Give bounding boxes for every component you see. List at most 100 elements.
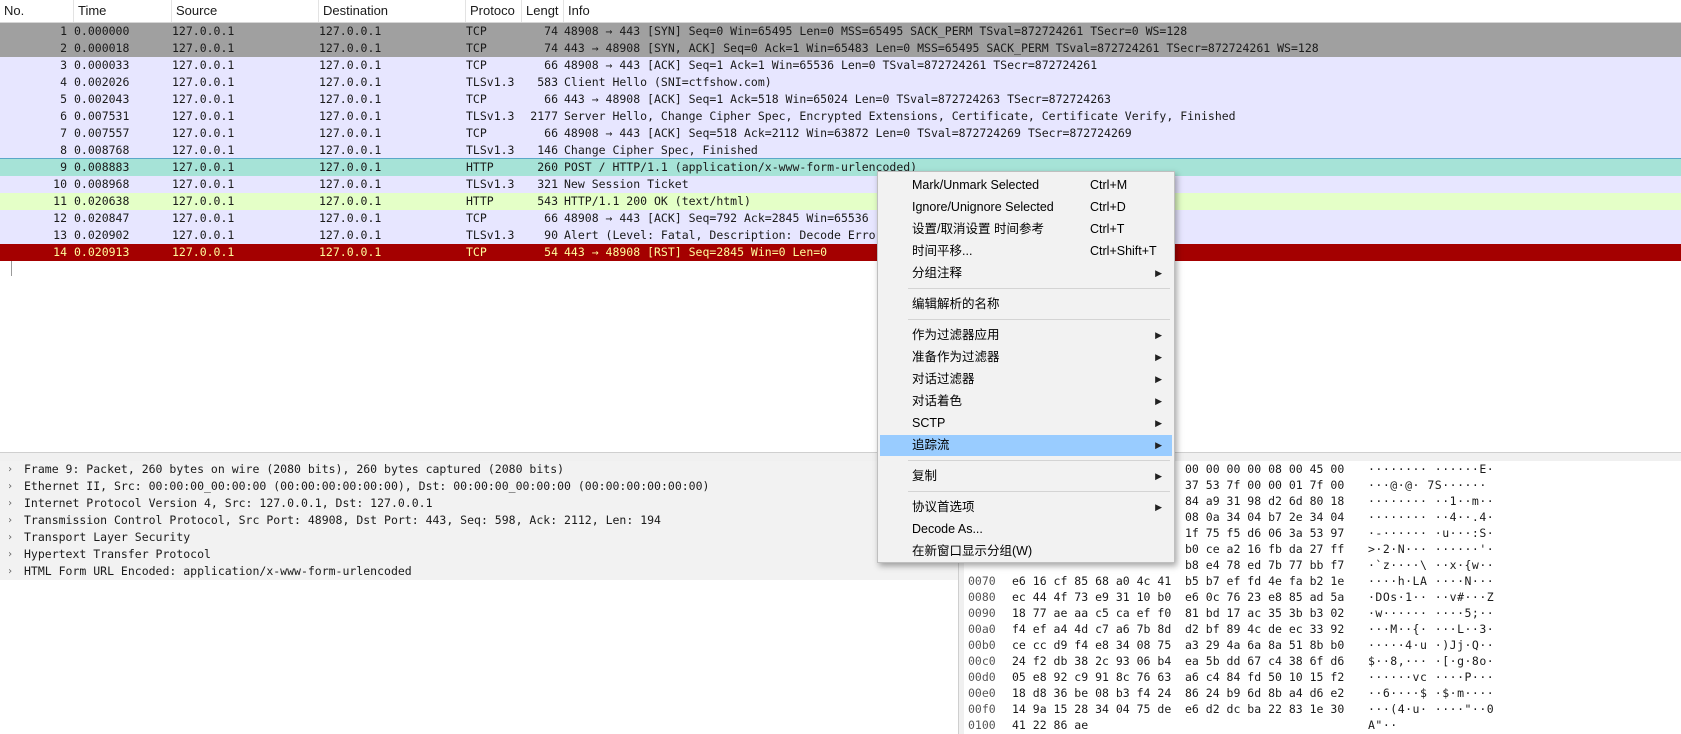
hex-offset: 00a0: [968, 622, 996, 636]
detail-row[interactable]: › Transmission Control Protocol, Src Por…: [0, 512, 958, 529]
detail-row[interactable]: › Transport Layer Security: [0, 529, 958, 546]
packet-row[interactable]: 8 0.008768 127.0.0.1 127.0.0.1 TLSv1.3 1…: [0, 142, 1681, 159]
packet-row[interactable]: 1 0.000000 127.0.0.1 127.0.0.1 TCP 74 48…: [0, 23, 1681, 40]
menu-item-decode-as[interactable]: Decode As...: [880, 519, 1172, 540]
expand-arrow-icon[interactable]: ›: [7, 529, 13, 546]
packet-row[interactable]: 5 0.002043 127.0.0.1 127.0.0.1 TCP 66 44…: [0, 91, 1681, 108]
submenu-arrow-icon: ▶: [1155, 418, 1162, 428]
packet-row[interactable]: 3 0.000033 127.0.0.1 127.0.0.1 TCP 66 48…: [0, 57, 1681, 74]
menu-item-packet-comment[interactable]: 分组注释 ▶: [880, 263, 1172, 284]
packet-source: 127.0.0.1: [172, 160, 235, 174]
packet-time: 0.020638: [74, 194, 130, 208]
detail-row[interactable]: › Ethernet II, Src: 00:00:00_00:00:00 (0…: [0, 478, 958, 495]
column-header-length[interactable]: Lengt: [522, 0, 564, 22]
column-header-protocol[interactable]: Protoco: [466, 0, 522, 22]
packet-row[interactable]: 12 0.020847 127.0.0.1 127.0.0.1 TCP 66 4…: [0, 210, 1681, 227]
detail-text: Hypertext Transfer Protocol: [24, 547, 211, 561]
packet-destination: 127.0.0.1: [319, 92, 382, 106]
menu-item-time-reference[interactable]: 设置/取消设置 时间参考 Ctrl+T: [880, 219, 1172, 240]
expand-arrow-icon[interactable]: ›: [7, 478, 13, 495]
packet-source: 127.0.0.1: [172, 41, 235, 55]
menu-item-sctp[interactable]: SCTP ▶: [880, 413, 1172, 434]
hex-bytes: 18 77 ae aa c5 ca ef f0: [1012, 606, 1172, 620]
hex-ascii: $··8,··· ·[·g·8o·: [1368, 654, 1495, 668]
packet-destination: 127.0.0.1: [319, 245, 382, 259]
menu-item-copy[interactable]: 复制 ▶: [880, 466, 1172, 487]
expand-arrow-icon[interactable]: ›: [7, 512, 13, 529]
packet-source: 127.0.0.1: [172, 245, 235, 259]
packet-destination: 127.0.0.1: [319, 24, 382, 38]
menu-item-protocol-preferences[interactable]: 协议首选项 ▶: [880, 497, 1172, 518]
column-header-info[interactable]: Info: [564, 0, 1681, 22]
packet-list[interactable]: 1 0.000000 127.0.0.1 127.0.0.1 TCP 74 48…: [0, 23, 1681, 452]
menu-item-mark[interactable]: Mark/Unmark Selected Ctrl+M: [880, 175, 1172, 196]
menu-item-follow-stream[interactable]: 追踪流 ▶: [880, 435, 1172, 456]
detail-text: Transmission Control Protocol, Src Port:…: [24, 513, 661, 527]
detail-row[interactable]: › HTML Form URL Encoded: application/x-w…: [0, 563, 958, 580]
column-header-source[interactable]: Source: [172, 0, 319, 22]
detail-row[interactable]: › Hypertext Transfer Protocol: [0, 546, 958, 563]
menu-item-ignore[interactable]: Ignore/Unignore Selected Ctrl+D: [880, 197, 1172, 218]
packet-row[interactable]: 14 0.020913 127.0.0.1 127.0.0.1 TCP 54 4…: [0, 244, 1681, 261]
hex-ascii: ·w······ ····5;··: [1368, 606, 1495, 620]
packet-time: 0.008768: [74, 143, 130, 157]
menu-item-label: 在新窗口显示分组(W): [912, 544, 1033, 558]
hex-offset: 00c0: [968, 654, 996, 668]
menu-item-label: 编辑解析的名称: [912, 297, 1000, 311]
expand-arrow-icon[interactable]: ›: [7, 461, 13, 478]
menu-separator: [908, 319, 1170, 320]
packet-protocol: TCP: [466, 41, 487, 55]
detail-text: Transport Layer Security: [24, 530, 191, 544]
packet-length: 66: [544, 211, 558, 225]
packet-row-selected[interactable]: 9 0.008883 127.0.0.1 127.0.0.1 HTTP 260 …: [0, 158, 1681, 177]
hex-ascii: ······vc ····P···: [1368, 670, 1495, 684]
hex-bytes: ce cc d9 f4 e8 34 08 75: [1012, 638, 1172, 652]
packet-destination: 127.0.0.1: [319, 126, 382, 140]
packet-source: 127.0.0.1: [172, 58, 235, 72]
packet-row[interactable]: 7 0.007557 127.0.0.1 127.0.0.1 TCP 66 48…: [0, 125, 1681, 142]
column-header-time[interactable]: Time: [74, 0, 172, 22]
menu-item-colorize-conversation[interactable]: 对话着色 ▶: [880, 391, 1172, 412]
hex-offset: 0090: [968, 606, 996, 620]
packet-details[interactable]: › Frame 9: Packet, 260 bytes on wire (20…: [0, 461, 958, 734]
packet-row[interactable]: 6 0.007531 127.0.0.1 127.0.0.1 TLSv1.3 2…: [0, 108, 1681, 125]
menu-item-prepare-as-filter[interactable]: 准备作为过滤器 ▶: [880, 347, 1172, 368]
hex-offset: 0080: [968, 590, 996, 604]
hex-bytes: 81 bd 17 ac 35 3b b3 02: [1185, 606, 1345, 620]
expand-arrow-icon[interactable]: ›: [7, 546, 13, 563]
menu-item-apply-as-filter[interactable]: 作为过滤器应用 ▶: [880, 325, 1172, 346]
hex-ascii: ········ ··1··m··: [1368, 494, 1495, 508]
menu-item-show-in-new-window[interactable]: 在新窗口显示分组(W): [880, 541, 1172, 562]
packet-time: 0.000000: [74, 24, 130, 38]
menu-item-conversation-filter[interactable]: 对话过滤器 ▶: [880, 369, 1172, 390]
packet-source: 127.0.0.1: [172, 75, 235, 89]
column-header-no[interactable]: No.: [0, 0, 74, 22]
menu-item-label: 时间平移...: [912, 244, 973, 258]
packet-row[interactable]: 2 0.000018 127.0.0.1 127.0.0.1 TCP 74 44…: [0, 40, 1681, 57]
packet-protocol: TCP: [466, 24, 487, 38]
expand-arrow-icon[interactable]: ›: [7, 563, 13, 580]
packet-time: 0.020902: [74, 228, 130, 242]
packet-row[interactable]: 4 0.002026 127.0.0.1 127.0.0.1 TLSv1.3 5…: [0, 74, 1681, 91]
hex-bytes: a6 c4 84 fd 50 10 15 f2: [1185, 670, 1345, 684]
expand-arrow-icon[interactable]: ›: [7, 495, 13, 512]
hex-bytes: d2 bf 89 4c de ec 33 92: [1185, 622, 1345, 636]
packet-length: 74: [544, 41, 558, 55]
menu-item-edit-resolved-name[interactable]: 编辑解析的名称: [880, 294, 1172, 315]
column-header-destination[interactable]: Destination: [319, 0, 466, 22]
hex-bytes: 08 0a 34 04 b7 2e 34 04: [1185, 510, 1345, 524]
packet-source: 127.0.0.1: [172, 92, 235, 106]
packet-source: 127.0.0.1: [172, 109, 235, 123]
hex-bytes: 86 24 b9 6d 8b a4 d6 e2: [1185, 686, 1345, 700]
hex-offset: 0070: [968, 574, 996, 588]
detail-row[interactable]: › Internet Protocol Version 4, Src: 127.…: [0, 495, 958, 512]
packet-row[interactable]: 10 0.008968 127.0.0.1 127.0.0.1 TLSv1.3 …: [0, 176, 1681, 193]
detail-row[interactable]: › Frame 9: Packet, 260 bytes on wire (20…: [0, 461, 958, 478]
packet-no: 4: [60, 75, 67, 89]
packet-row[interactable]: 11 0.020638 127.0.0.1 127.0.0.1 HTTP 543…: [0, 193, 1681, 210]
menu-item-time-shift[interactable]: 时间平移... Ctrl+Shift+T: [880, 241, 1172, 262]
packet-destination: 127.0.0.1: [319, 109, 382, 123]
hex-bytes: b5 b7 ef fd 4e fa b2 1e: [1185, 574, 1345, 588]
packet-row[interactable]: 13 0.020902 127.0.0.1 127.0.0.1 TLSv1.3 …: [0, 227, 1681, 244]
menu-item-label: 复制: [912, 469, 938, 483]
